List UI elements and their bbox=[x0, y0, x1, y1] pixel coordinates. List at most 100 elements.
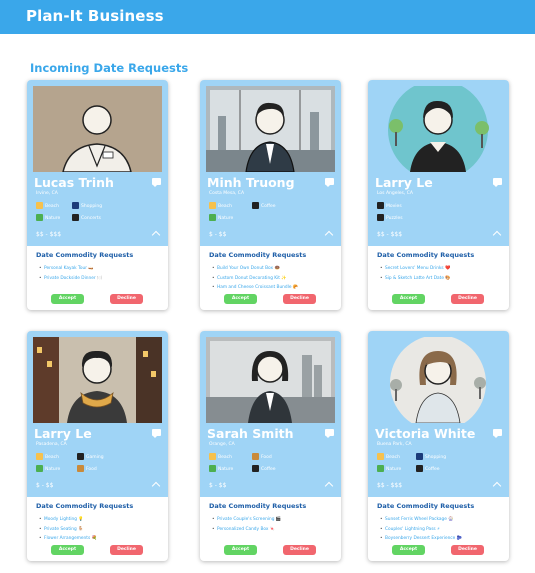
chevron-up-icon[interactable] bbox=[324, 481, 334, 489]
beach-icon bbox=[209, 202, 216, 209]
chat-icon[interactable] bbox=[493, 429, 502, 438]
price-range: $$ - $$$ bbox=[36, 231, 62, 238]
section-title: Incoming Date Requests bbox=[30, 61, 189, 75]
cart-icon bbox=[72, 202, 79, 209]
profile-photo bbox=[206, 86, 335, 172]
decline-button[interactable]: Decline bbox=[110, 294, 143, 304]
request-list: Moody Lighting 💡 Private Seating 🪑 Flowe… bbox=[39, 515, 97, 544]
profile-location: Orange, CA bbox=[209, 442, 235, 447]
chevron-up-icon[interactable] bbox=[492, 230, 502, 238]
price-range: $ - $$ bbox=[209, 482, 227, 489]
decline-button[interactable]: Decline bbox=[110, 545, 143, 555]
profile-name: Lucas Trinh bbox=[34, 175, 114, 190]
request-list: Personal Kayak Tour 🛶 Private Dockside D… bbox=[39, 264, 102, 284]
date-request-card: Victoria White Buena Park, CA Beach Shop… bbox=[368, 331, 509, 561]
interest-tag: Beach bbox=[36, 453, 59, 460]
request-item: Build Your Own Donut Box 🍩 bbox=[212, 264, 298, 274]
accept-button[interactable]: Accept bbox=[392, 294, 425, 304]
coffee-icon bbox=[252, 465, 259, 472]
date-request-card: Sarah Smith Orange, CA Beach Food Nature… bbox=[200, 331, 341, 561]
interest-tag: Movies bbox=[377, 202, 402, 209]
requests-heading: Date Commodity Requests bbox=[377, 251, 475, 259]
profile-photo bbox=[33, 86, 162, 172]
request-item: Private Couple's Screening 🎬 bbox=[212, 515, 281, 525]
price-range: $ - $$ bbox=[36, 482, 54, 489]
profile-name: Victoria White bbox=[375, 426, 476, 441]
interest-tag: Nature bbox=[209, 465, 233, 472]
coffee-icon bbox=[416, 465, 423, 472]
decline-button[interactable]: Decline bbox=[283, 545, 316, 555]
request-item: Flower Arrangements 💐 bbox=[39, 534, 97, 544]
card-profile-area: Victoria White Buena Park, CA Beach Shop… bbox=[368, 331, 509, 497]
chat-icon[interactable] bbox=[325, 429, 334, 438]
beach-icon bbox=[36, 453, 43, 460]
chat-icon[interactable] bbox=[152, 178, 161, 187]
interest-tag: Gaming bbox=[77, 453, 104, 460]
accept-button[interactable]: Accept bbox=[224, 294, 257, 304]
interest-tag: Nature bbox=[209, 214, 233, 221]
chat-icon[interactable] bbox=[152, 429, 161, 438]
chat-icon[interactable] bbox=[493, 178, 502, 187]
gamepad-icon bbox=[77, 453, 84, 460]
brand-logo-text[interactable]: Plan-It Business bbox=[26, 7, 164, 25]
interest-tag: Coffee bbox=[252, 202, 276, 209]
profile-location: Costa Mesa, CA bbox=[209, 191, 245, 196]
accept-button[interactable]: Accept bbox=[224, 545, 257, 555]
request-item: Sip & Sketch Latte Art Date 🎨 bbox=[380, 274, 451, 284]
accept-button[interactable]: Accept bbox=[392, 545, 425, 555]
request-item: Couples' Lightning Pass ⚡ bbox=[380, 525, 462, 535]
interest-tag: Beach bbox=[209, 202, 232, 209]
profile-name: Minh Truong bbox=[207, 175, 295, 190]
profile-location: Buena Park, CA bbox=[377, 442, 412, 447]
interest-tag: Nature bbox=[36, 465, 60, 472]
card-profile-area: Larry Le Pasadena, CA Beach Gaming Natur… bbox=[27, 331, 168, 497]
profile-photo bbox=[33, 337, 162, 423]
beach-icon bbox=[377, 453, 384, 460]
requests-heading: Date Commodity Requests bbox=[377, 502, 475, 510]
request-item: Sunset Ferris Wheel Package 🎡 bbox=[380, 515, 462, 525]
profile-location: Pasadena, CA bbox=[36, 442, 67, 447]
card-profile-area: Larry Le Los Angeles, CA Movies Puzzles … bbox=[368, 80, 509, 246]
requests-heading: Date Commodity Requests bbox=[36, 251, 134, 259]
chevron-up-icon[interactable] bbox=[492, 481, 502, 489]
interest-tag: Coffee bbox=[252, 465, 276, 472]
date-request-card: Minh Truong Costa Mesa, CA Beach Coffee … bbox=[200, 80, 341, 310]
decline-button[interactable]: Decline bbox=[451, 545, 484, 555]
request-item: Private Dockside Dinner 🍽️ bbox=[39, 274, 102, 284]
tree-icon bbox=[377, 465, 384, 472]
tree-icon bbox=[209, 214, 216, 221]
request-item: Ham and Cheese Croissant Bundle 🥐 bbox=[212, 283, 298, 293]
puzzle-icon bbox=[377, 214, 384, 221]
request-item: Boysenberry Dessert Experience 🫐 bbox=[380, 534, 462, 544]
accept-button[interactable]: Accept bbox=[51, 545, 84, 555]
food-icon bbox=[252, 453, 259, 460]
tree-icon bbox=[36, 465, 43, 472]
interest-tag: Nature bbox=[36, 214, 60, 221]
accept-button[interactable]: Accept bbox=[51, 294, 84, 304]
date-request-card: Lucas Trinh Irvine, CA Beach Shopping Na… bbox=[27, 80, 168, 310]
interest-tag: Shopping bbox=[72, 202, 102, 209]
chat-icon[interactable] bbox=[325, 178, 334, 187]
interest-tag: Coffee bbox=[416, 465, 440, 472]
film-icon bbox=[377, 202, 384, 209]
requests-heading: Date Commodity Requests bbox=[209, 502, 307, 510]
request-item: Private Seating 🪑 bbox=[39, 525, 97, 535]
chevron-up-icon[interactable] bbox=[151, 230, 161, 238]
requests-heading: Date Commodity Requests bbox=[36, 502, 134, 510]
decline-button[interactable]: Decline bbox=[451, 294, 484, 304]
request-item: Personal Kayak Tour 🛶 bbox=[39, 264, 102, 274]
card-profile-area: Minh Truong Costa Mesa, CA Beach Coffee … bbox=[200, 80, 341, 246]
decline-button[interactable]: Decline bbox=[283, 294, 316, 304]
card-profile-area: Lucas Trinh Irvine, CA Beach Shopping Na… bbox=[27, 80, 168, 246]
price-range: $$ - $$$ bbox=[377, 482, 403, 489]
profile-photo bbox=[374, 86, 503, 172]
interest-tag: Shopping bbox=[416, 453, 446, 460]
date-request-card: Larry Le Los Angeles, CA Movies Puzzles … bbox=[368, 80, 509, 310]
tree-icon bbox=[36, 214, 43, 221]
price-range: $ - $$ bbox=[209, 231, 227, 238]
request-item: Personalized Candy Box 🍬 bbox=[212, 525, 281, 535]
interest-tag: Puzzles bbox=[377, 214, 403, 221]
chevron-up-icon[interactable] bbox=[151, 481, 161, 489]
profile-name: Larry Le bbox=[34, 426, 92, 441]
chevron-up-icon[interactable] bbox=[324, 230, 334, 238]
